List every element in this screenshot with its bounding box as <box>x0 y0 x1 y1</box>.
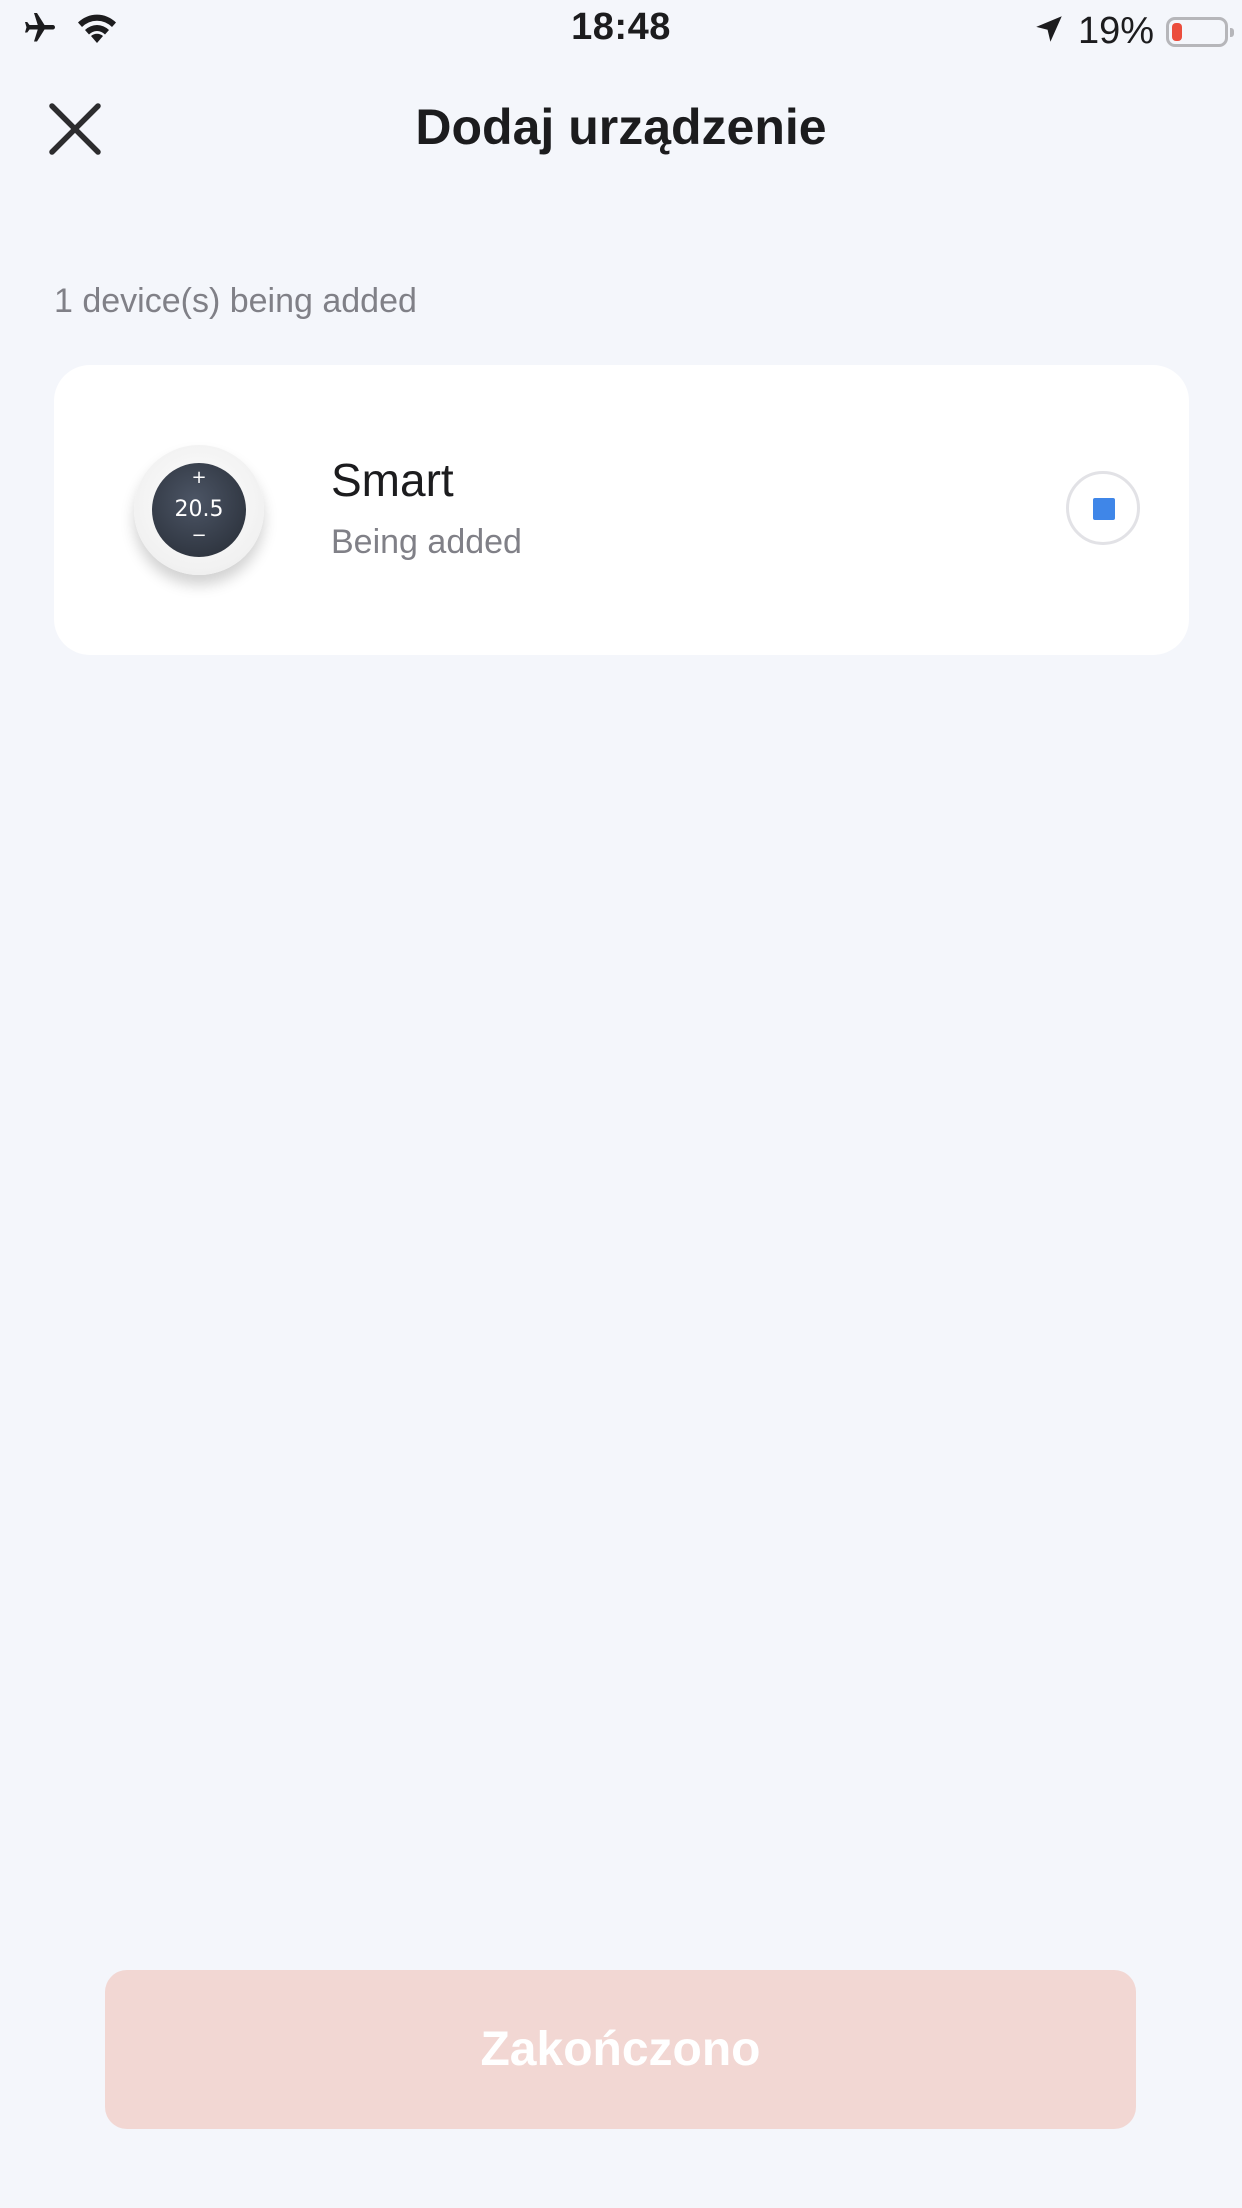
devices-count-label: 1 device(s) being added <box>54 282 417 320</box>
status-bar: 18:48 19% <box>0 0 1242 62</box>
device-name: Smart <box>331 454 454 506</box>
stop-icon <box>1093 498 1115 520</box>
thermostat-minus-label: − <box>191 525 207 546</box>
device-card: + 20.5 − Smart Being added <box>54 365 1189 655</box>
stop-adding-button[interactable] <box>1066 471 1140 545</box>
device-status: Being added <box>331 523 522 561</box>
header: Dodaj urządzenie <box>0 80 1242 176</box>
thermostat-plus-label: + <box>191 467 207 488</box>
page-title: Dodaj urządzenie <box>415 99 827 155</box>
battery-percent: 19% <box>1077 10 1154 52</box>
battery-level-fill <box>1172 22 1182 41</box>
thermostat-temp-label: 20.5 <box>174 497 224 522</box>
thermostat-face: + 20.5 − <box>152 463 246 557</box>
finish-button[interactable]: Zakończono <box>105 1970 1136 2129</box>
battery-icon <box>1166 16 1234 47</box>
status-bar-right: 19% <box>1032 10 1234 53</box>
device-thumbnail: + 20.5 − <box>134 445 264 575</box>
location-arrow-icon <box>1032 12 1066 51</box>
